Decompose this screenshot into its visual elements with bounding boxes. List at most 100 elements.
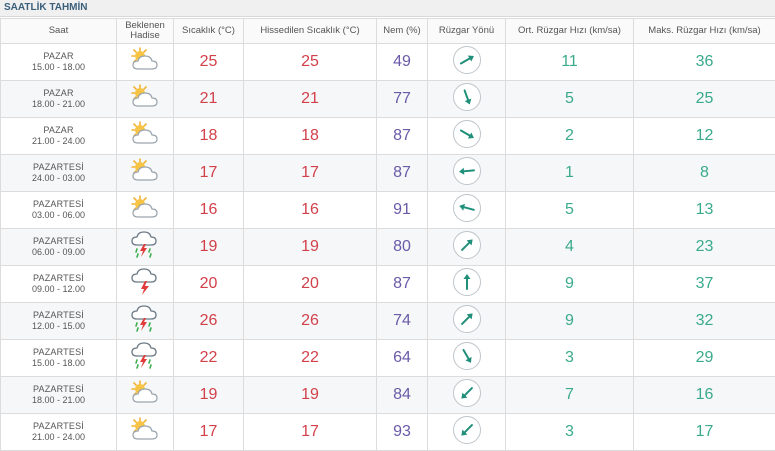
- time-range: 21.00 - 24.00: [1, 136, 116, 147]
- weather-cell: [117, 377, 174, 414]
- temperature-value: 19: [174, 377, 244, 414]
- wind-direction-arrow-icon: [453, 157, 481, 185]
- weather-cell: [117, 192, 174, 229]
- day-label: PAZAR: [1, 51, 116, 62]
- max-wind-speed-value: 16: [634, 377, 775, 414]
- max-wind-speed-value: 23: [634, 229, 775, 266]
- max-wind-speed-value: 36: [634, 44, 775, 81]
- weather-cell: [117, 414, 174, 451]
- wind-direction-arrow-icon: [453, 416, 481, 444]
- table-row: PAZARTESİ15.00 - 18.00222264329: [1, 340, 775, 377]
- humidity-value: 80: [377, 229, 428, 266]
- sun-cloud-icon: [128, 99, 162, 116]
- humidity-value: 87: [377, 266, 428, 303]
- time-range: 12.00 - 15.00: [1, 321, 116, 332]
- time-range: 09.00 - 12.00: [1, 284, 116, 295]
- avg-wind-speed-value: 3: [506, 340, 634, 377]
- feels-like-value: 18: [244, 118, 377, 155]
- day-label: PAZARTESİ: [1, 273, 116, 284]
- time-cell: PAZARTESİ15.00 - 18.00: [1, 340, 117, 377]
- table-row: PAZARTESİ18.00 - 21.00191984716: [1, 377, 775, 414]
- time-cell: PAZARTESİ24.00 - 03.00: [1, 155, 117, 192]
- avg-wind-speed-value: 3: [506, 414, 634, 451]
- header-hadise: Beklenen Hadise: [117, 19, 174, 44]
- weather-cell: [117, 118, 174, 155]
- wind-direction-arrow-icon: [453, 83, 481, 111]
- wind-direction-cell: [428, 414, 506, 451]
- humidity-value: 49: [377, 44, 428, 81]
- time-range: 21.00 - 24.00: [1, 432, 116, 443]
- time-range: 03.00 - 06.00: [1, 210, 116, 221]
- time-cell: PAZAR21.00 - 24.00: [1, 118, 117, 155]
- avg-wind-speed-value: 5: [506, 192, 634, 229]
- sun-cloud-icon: [128, 62, 162, 79]
- wind-direction-arrow-icon: [453, 305, 481, 333]
- table-row: PAZARTESİ21.00 - 24.00171793317: [1, 414, 775, 451]
- header-nem: Nem (%): [377, 19, 428, 44]
- time-range: 06.00 - 09.00: [1, 247, 116, 258]
- time-cell: PAZAR15.00 - 18.00: [1, 44, 117, 81]
- temperature-value: 17: [174, 414, 244, 451]
- header-ort-ruzgar: Ort. Rüzgar Hızı (km/sa): [506, 19, 634, 44]
- day-label: PAZARTESİ: [1, 310, 116, 321]
- thunder-icon: [128, 284, 162, 301]
- humidity-value: 87: [377, 118, 428, 155]
- temperature-value: 19: [174, 229, 244, 266]
- max-wind-speed-value: 32: [634, 303, 775, 340]
- day-label: PAZAR: [1, 88, 116, 99]
- temperature-value: 26: [174, 303, 244, 340]
- wind-direction-cell: [428, 81, 506, 118]
- temperature-value: 17: [174, 155, 244, 192]
- avg-wind-speed-value: 9: [506, 303, 634, 340]
- time-cell: PAZARTESİ21.00 - 24.00: [1, 414, 117, 451]
- header-hissedilen: Hissedilen Sıcaklık (°C): [244, 19, 377, 44]
- max-wind-speed-value: 13: [634, 192, 775, 229]
- sun-cloud-icon: [128, 136, 162, 153]
- temperature-value: 21: [174, 81, 244, 118]
- max-wind-speed-value: 25: [634, 81, 775, 118]
- thunder-rain-icon: [128, 321, 162, 338]
- avg-wind-speed-value: 1: [506, 155, 634, 192]
- thunder-rain-icon: [128, 247, 162, 264]
- weather-cell: [117, 266, 174, 303]
- wind-direction-arrow-icon: [453, 342, 481, 370]
- wind-direction-cell: [428, 377, 506, 414]
- hourly-forecast-table: Saat Beklenen Hadise Sıcaklık (°C) Hisse…: [0, 18, 775, 451]
- sun-cloud-icon: [128, 173, 162, 190]
- feels-like-value: 22: [244, 340, 377, 377]
- header-saat: Saat: [1, 19, 117, 44]
- max-wind-speed-value: 37: [634, 266, 775, 303]
- temperature-value: 18: [174, 118, 244, 155]
- thunder-rain-icon: [128, 358, 162, 375]
- sun-cloud-icon: [128, 395, 162, 412]
- table-row: PAZARTESİ03.00 - 06.00161691513: [1, 192, 775, 229]
- humidity-value: 84: [377, 377, 428, 414]
- avg-wind-speed-value: 11: [506, 44, 634, 81]
- max-wind-speed-value: 12: [634, 118, 775, 155]
- humidity-value: 87: [377, 155, 428, 192]
- day-label: PAZARTESİ: [1, 236, 116, 247]
- table-row: PAZARTESİ06.00 - 09.00191980423: [1, 229, 775, 266]
- temperature-value: 25: [174, 44, 244, 81]
- time-range: 24.00 - 03.00: [1, 173, 116, 184]
- day-label: PAZARTESİ: [1, 199, 116, 210]
- table-row: PAZAR15.00 - 18.002525491136: [1, 44, 775, 81]
- feels-like-value: 17: [244, 155, 377, 192]
- avg-wind-speed-value: 7: [506, 377, 634, 414]
- max-wind-speed-value: 17: [634, 414, 775, 451]
- temperature-value: 20: [174, 266, 244, 303]
- wind-direction-arrow-icon: [453, 379, 481, 407]
- wind-direction-arrow-icon: [453, 194, 481, 222]
- max-wind-speed-value: 8: [634, 155, 775, 192]
- day-label: PAZARTESİ: [1, 347, 116, 358]
- wind-direction-cell: [428, 44, 506, 81]
- header-maks-ruzgar: Maks. Rüzgar Hızı (km/sa): [634, 19, 775, 44]
- wind-direction-cell: [428, 303, 506, 340]
- humidity-value: 77: [377, 81, 428, 118]
- sun-cloud-icon: [128, 432, 162, 449]
- wind-direction-cell: [428, 266, 506, 303]
- time-cell: PAZARTESİ09.00 - 12.00: [1, 266, 117, 303]
- time-range: 15.00 - 18.00: [1, 358, 116, 369]
- humidity-value: 64: [377, 340, 428, 377]
- day-label: PAZAR: [1, 125, 116, 136]
